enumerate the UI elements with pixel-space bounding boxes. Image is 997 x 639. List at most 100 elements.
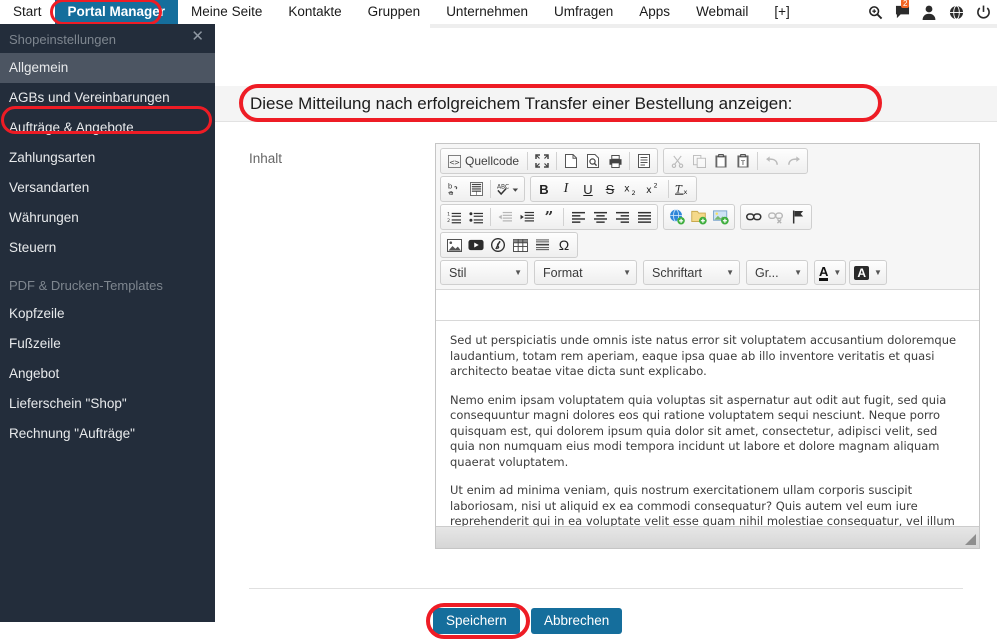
superscript-icon[interactable]: x2: [643, 178, 665, 200]
horizontal-rule-icon[interactable]: [531, 234, 553, 256]
close-icon[interactable]: ✕: [191, 29, 204, 44]
nav-item-add[interactable]: [+]: [761, 0, 802, 24]
redo-icon[interactable]: [783, 150, 805, 172]
preview-icon[interactable]: [582, 150, 604, 172]
nav-items: Start Portal Manager Meine Seite Kontakt…: [0, 0, 803, 24]
editor-content-inner: Sed ut perspiciatis unde omnis iste natu…: [436, 321, 979, 526]
toolbar-row-4: Ω: [440, 232, 975, 258]
insert-globe-icon[interactable]: [666, 206, 688, 228]
sidebar-item-versandarten[interactable]: Versandarten: [0, 173, 215, 203]
sidebar-item-fusszeile[interactable]: Fußzeile: [0, 329, 215, 359]
undo-icon[interactable]: [761, 150, 783, 172]
toolbar-divider: [490, 180, 491, 198]
power-icon[interactable]: [975, 4, 991, 20]
anchor-flag-icon[interactable]: [787, 206, 809, 228]
find-replace-icon[interactable]: ba: [443, 178, 465, 200]
image-icon[interactable]: [443, 234, 465, 256]
nav-item-webmail[interactable]: Webmail: [683, 0, 761, 24]
content-top-strip-inner: [215, 24, 430, 28]
format-dropdown[interactable]: Format ▼: [534, 260, 637, 285]
globe-icon[interactable]: [948, 4, 964, 20]
align-center-icon[interactable]: [589, 206, 611, 228]
align-right-icon[interactable]: [611, 206, 633, 228]
bold-icon[interactable]: B: [533, 178, 555, 200]
copy-icon[interactable]: [688, 150, 710, 172]
subscript-icon[interactable]: x2: [621, 178, 643, 200]
insert-document-icon[interactable]: [688, 206, 710, 228]
toolbar-group-insert-objects: Ω: [440, 232, 578, 258]
templates-icon[interactable]: [633, 150, 655, 172]
nav-item-kontakte[interactable]: Kontakte: [275, 0, 354, 24]
page-title: Diese Mitteilung nach erfolgreichem Tran…: [250, 94, 793, 113]
search-icon[interactable]: [867, 4, 883, 20]
sidebar-item-waehrungen[interactable]: Währungen: [0, 203, 215, 233]
numbered-list-icon[interactable]: 12: [443, 206, 465, 228]
paste-icon[interactable]: [710, 150, 732, 172]
editor-content-area[interactable]: Sed ut perspiciatis unde omnis iste natu…: [436, 320, 979, 526]
chevron-down-icon: ▼: [514, 268, 522, 277]
link-icon[interactable]: [743, 206, 765, 228]
font-size-dropdown[interactable]: Gr... ▼: [746, 260, 808, 285]
special-character-icon[interactable]: Ω: [553, 234, 575, 256]
sidebar-item-agbs-und-vereinbarungen[interactable]: AGBs und Vereinbarungen: [0, 83, 215, 113]
blockquote-icon[interactable]: ”: [538, 206, 560, 228]
insert-image-icon[interactable]: [710, 206, 732, 228]
italic-icon[interactable]: I: [555, 178, 577, 200]
select-all-icon[interactable]: I: [465, 178, 487, 200]
nav-item-portal-manager[interactable]: Portal Manager: [54, 0, 179, 24]
print-icon[interactable]: [604, 150, 626, 172]
align-left-icon[interactable]: [567, 206, 589, 228]
svg-text:x: x: [646, 185, 652, 196]
sidebar-item-rechnung-auftraege[interactable]: Rechnung "Aufträge": [0, 419, 215, 449]
nav-item-apps[interactable]: Apps: [626, 0, 683, 24]
sidebar-item-zahlungsarten[interactable]: Zahlungsarten: [0, 143, 215, 173]
sidebar-group-title-pdf-templates: PDF & Drucken-Templates: [9, 278, 163, 293]
cancel-button[interactable]: Abbrechen: [531, 608, 623, 634]
font-dropdown[interactable]: Schriftart ▼: [643, 260, 740, 285]
save-button[interactable]: Speichern: [433, 608, 520, 634]
chevron-down-icon: ▼: [833, 268, 842, 277]
table-icon[interactable]: [509, 234, 531, 256]
video-icon[interactable]: [465, 234, 487, 256]
editor-footer: [436, 526, 979, 548]
unlink-icon[interactable]: [765, 206, 787, 228]
outdent-icon[interactable]: [494, 206, 516, 228]
nav-item-start[interactable]: Start: [0, 0, 55, 24]
nav-item-umfragen[interactable]: Umfragen: [541, 0, 626, 24]
flash-icon[interactable]: [487, 234, 509, 256]
nav-item-meine-seite[interactable]: Meine Seite: [178, 0, 275, 24]
align-justify-icon[interactable]: [633, 206, 655, 228]
sidebar-item-steuern[interactable]: Steuern: [0, 233, 215, 263]
svg-text:<>: <>: [449, 156, 459, 166]
sidebar-item-auftraege-und-angebote[interactable]: Aufträge & Angebote: [0, 113, 215, 143]
text-color-button[interactable]: A ▼: [814, 260, 847, 285]
new-page-icon[interactable]: [560, 150, 582, 172]
messages-icon[interactable]: 2: [894, 0, 910, 20]
spellcheck-icon[interactable]: ABC: [494, 178, 522, 200]
nav-icon-group: 2: [867, 0, 991, 24]
background-color-button[interactable]: A ▼: [849, 260, 887, 285]
style-dropdown[interactable]: Stil ▼: [440, 260, 528, 285]
sidebar-item-angebot[interactable]: Angebot: [0, 359, 215, 389]
resize-handle[interactable]: [965, 534, 976, 545]
sidebar-item-lieferschein-shop[interactable]: Lieferschein "Shop": [0, 389, 215, 419]
maximize-icon[interactable]: [531, 150, 553, 172]
indent-icon[interactable]: [516, 206, 538, 228]
toolbar-divider: [629, 152, 631, 170]
chevron-down-icon: ▼: [623, 268, 631, 277]
nav-item-gruppen[interactable]: Gruppen: [355, 0, 434, 24]
text-color-icon: A: [819, 263, 829, 281]
toolbar-group-paragraph: 12 ”: [440, 204, 658, 230]
sidebar-item-kopfzeile[interactable]: Kopfzeile: [0, 299, 215, 329]
strikethrough-icon[interactable]: S: [599, 178, 621, 200]
sidebar-item-allgemein[interactable]: Allgemein: [0, 53, 215, 83]
user-icon[interactable]: [921, 4, 937, 20]
source-code-button[interactable]: <> Quellcode: [443, 150, 524, 172]
paste-text-icon[interactable]: T: [732, 150, 754, 172]
underline-icon[interactable]: U: [577, 178, 599, 200]
nav-item-unternehmen[interactable]: Unternehmen: [433, 0, 541, 24]
bulleted-list-icon[interactable]: [465, 206, 487, 228]
remove-format-icon[interactable]: Tx: [672, 178, 694, 200]
cut-icon[interactable]: [666, 150, 688, 172]
toolbar-group-editing: ba I ABC: [440, 176, 525, 202]
